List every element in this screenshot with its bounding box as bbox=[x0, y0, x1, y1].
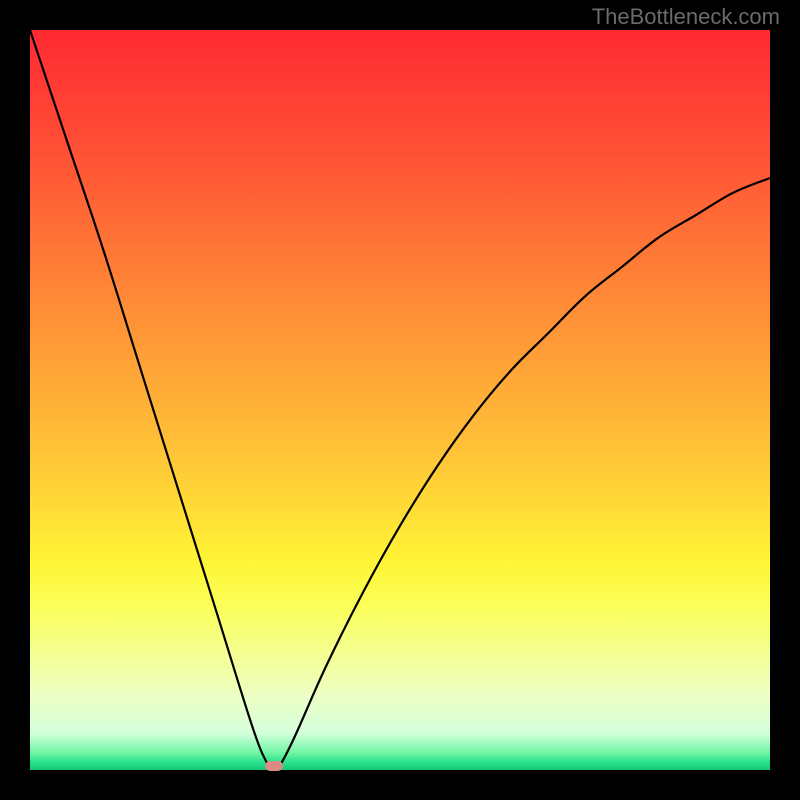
minimum-marker bbox=[265, 761, 283, 771]
watermark: TheBottleneck.com bbox=[592, 4, 780, 30]
chart-plot-area bbox=[30, 30, 770, 770]
bottleneck-curve bbox=[30, 30, 770, 770]
